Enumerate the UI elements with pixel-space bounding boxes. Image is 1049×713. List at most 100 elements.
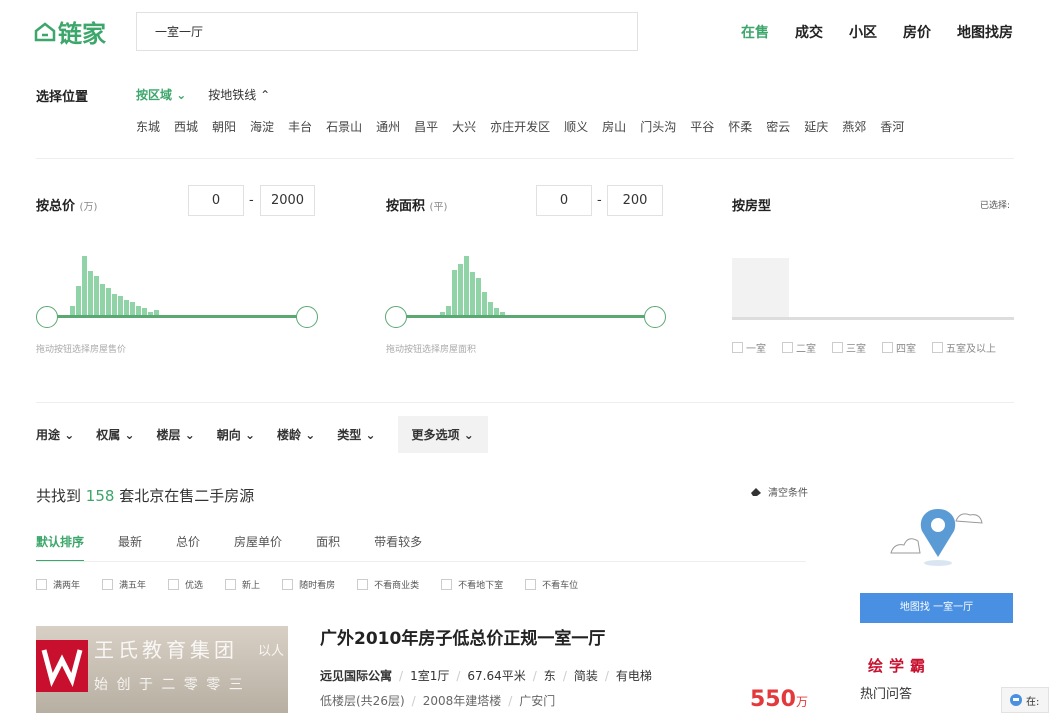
district-item[interactable]: 昌平 <box>414 118 438 135</box>
checkbox[interactable] <box>525 579 537 590</box>
check-new[interactable]: 新上 <box>225 578 260 591</box>
district-item[interactable]: 怀柔 <box>728 118 752 135</box>
more-filters-button[interactable]: 更多选项 ⌄ <box>397 416 488 453</box>
watermark-logo <box>36 640 88 692</box>
checkbox[interactable] <box>832 342 843 353</box>
area-min-input[interactable]: 0 <box>536 185 592 216</box>
listing-price: 550万 <box>750 687 808 712</box>
price-filter-title: 按总价 (万) <box>36 199 98 214</box>
location-tabs: 按区域 ⌄ 按地铁线 ⌃ <box>136 86 270 103</box>
district-item[interactable]: 西城 <box>174 118 198 135</box>
room-option-4[interactable]: 四室 <box>882 340 916 355</box>
district-item[interactable]: 房山 <box>602 118 626 135</box>
filter-ownership[interactable]: 权属 ⌄ <box>96 426 134 443</box>
nav-community[interactable]: 小区 <box>849 22 877 42</box>
area-max-input[interactable]: 200 <box>607 185 663 216</box>
clear-filters-button[interactable]: 清空条件 <box>750 484 808 499</box>
sort-newest[interactable]: 最新 <box>118 533 142 562</box>
district-item[interactable]: 朝阳 <box>212 118 236 135</box>
district-item[interactable]: 大兴 <box>452 118 476 135</box>
listing-title[interactable]: 广外2010年房子低总价正规一室一厅 <box>320 624 605 649</box>
district-item[interactable]: 密云 <box>766 118 790 135</box>
price-hint: 拖动按钮选择房屋售价 <box>36 345 127 355</box>
checkbox[interactable] <box>732 342 743 353</box>
district-item[interactable]: 香河 <box>880 118 904 135</box>
sort-default[interactable]: 默认排序 <box>36 533 85 562</box>
room-chart-baseline <box>732 317 1014 320</box>
room-option-1[interactable]: 一室 <box>732 340 766 355</box>
district-item[interactable]: 燕郊 <box>842 118 866 135</box>
search-input[interactable] <box>137 13 637 50</box>
filter-row: 用途 ⌄ 权属 ⌄ 楼层 ⌄ 朝向 ⌄ 楼龄 ⌄ 类型 ⌄ 更多选项 ⌄ <box>36 416 488 453</box>
sort-most-viewed[interactable]: 带看较多 <box>374 533 422 562</box>
price-slider-max-handle[interactable] <box>296 306 318 328</box>
price-slider-min-handle[interactable] <box>36 306 58 328</box>
filter-orientation[interactable]: 朝向 ⌄ <box>217 426 255 443</box>
check-preferred[interactable]: 优选 <box>168 578 203 591</box>
check-anytime[interactable]: 随时看房 <box>282 578 335 591</box>
district-item[interactable]: 通州 <box>376 118 400 135</box>
district-item[interactable]: 平谷 <box>690 118 714 135</box>
w-logo-icon <box>41 649 83 688</box>
nav-price[interactable]: 房价 <box>903 22 931 42</box>
map-search-button[interactable]: 地图找 一室一厅 <box>860 593 1013 623</box>
sort-unit-price[interactable]: 房屋单价 <box>234 533 282 562</box>
checkbox[interactable] <box>441 579 453 590</box>
chat-widget[interactable]: 在: <box>1001 687 1049 713</box>
checkbox[interactable] <box>932 342 943 353</box>
lianjia-logo[interactable]: 链家 <box>34 14 106 49</box>
tab-by-district[interactable]: 按区域 ⌄ <box>136 86 186 103</box>
district-item[interactable]: 顺义 <box>564 118 588 135</box>
nav-sold[interactable]: 成交 <box>795 22 823 42</box>
listing-image[interactable]: 王氏教育集团 以人 始 创 于 二 零 零 三 <box>36 626 288 713</box>
room-option-5[interactable]: 五室及以上 <box>932 340 996 355</box>
checkbox[interactable] <box>168 579 180 590</box>
district-item[interactable]: 亦庄开发区 <box>490 118 550 135</box>
checkbox[interactable] <box>782 342 793 353</box>
watermark-line2: 始 创 于 二 零 零 三 <box>94 677 245 693</box>
check-2years[interactable]: 满两年 <box>36 578 80 591</box>
room-option-3[interactable]: 三室 <box>832 340 866 355</box>
check-5years[interactable]: 满五年 <box>102 578 146 591</box>
price-max-input[interactable]: 2000 <box>260 185 315 216</box>
district-item[interactable]: 石景山 <box>326 118 362 135</box>
check-no-parking[interactable]: 不看车位 <box>525 578 578 591</box>
checkbox[interactable] <box>282 579 294 590</box>
price-histogram <box>70 256 160 316</box>
filter-age[interactable]: 楼龄 ⌄ <box>277 426 315 443</box>
top-nav: 在售 成交 小区 房价 地图找房 <box>741 22 1013 42</box>
map-pin-icon <box>890 509 983 566</box>
area-slider-min-handle[interactable] <box>385 306 407 328</box>
district-item[interactable]: 海淀 <box>250 118 274 135</box>
filter-floor[interactable]: 楼层 ⌄ <box>157 426 195 443</box>
check-no-commercial[interactable]: 不看商业类 <box>357 578 419 591</box>
location-title: 选择位置 <box>36 90 89 105</box>
price-min-input[interactable]: 0 <box>188 185 244 216</box>
area-slider-max-handle[interactable] <box>644 306 666 328</box>
district-item[interactable]: 丰台 <box>288 118 312 135</box>
filter-usage[interactable]: 用途 ⌄ <box>36 426 74 443</box>
area-link[interactable]: 广安门 <box>519 694 555 708</box>
nav-map[interactable]: 地图找房 <box>957 22 1013 42</box>
tab-by-subway[interactable]: 按地铁线 ⌃ <box>208 86 270 103</box>
hot-qa-title: 热门问答 <box>860 687 913 702</box>
quick-checks: 满两年 满五年 优选 新上 随时看房 不看商业类 不看地下室 不看车位 <box>36 578 578 591</box>
sort-total-price[interactable]: 总价 <box>176 533 200 562</box>
search-box[interactable] <box>136 12 638 51</box>
district-item[interactable]: 东城 <box>136 118 160 135</box>
sort-area[interactable]: 面积 <box>316 533 340 562</box>
community-link[interactable]: 远见国际公寓 <box>320 669 392 683</box>
check-no-basement[interactable]: 不看地下室 <box>441 578 503 591</box>
checkbox[interactable] <box>36 579 47 590</box>
checkbox[interactable] <box>357 579 369 590</box>
checkbox[interactable] <box>225 579 237 590</box>
district-item[interactable]: 门头沟 <box>640 118 676 135</box>
district-item[interactable]: 延庆 <box>804 118 828 135</box>
filter-type[interactable]: 类型 ⌄ <box>337 426 375 443</box>
room-option-2[interactable]: 二室 <box>782 340 816 355</box>
watermark-line1: 王氏教育集团 <box>94 638 238 662</box>
checkbox[interactable] <box>882 342 893 353</box>
checkbox[interactable] <box>102 579 114 590</box>
nav-on-sale[interactable]: 在售 <box>741 22 769 42</box>
result-count: 共找到 158 套北京在售二手房源 <box>36 487 255 505</box>
